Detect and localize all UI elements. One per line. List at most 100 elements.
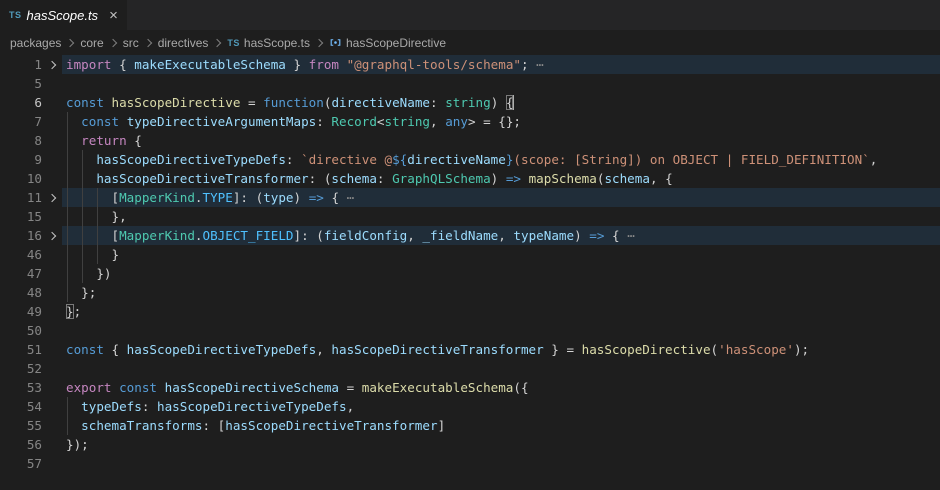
code-token: `directive @ bbox=[301, 152, 392, 167]
code-line-content[interactable]: [MapperKind.TYPE]: (type) => { ⋯ bbox=[62, 188, 940, 207]
code-text: }) bbox=[66, 266, 112, 281]
fold-gutter bbox=[42, 283, 62, 302]
fold-gutter bbox=[42, 207, 62, 226]
code-token: , { bbox=[650, 171, 673, 186]
code-token: ; bbox=[74, 304, 82, 319]
line-number: 7 bbox=[0, 112, 42, 131]
breadcrumb-item-directives[interactable]: directives bbox=[158, 36, 209, 50]
code-token: : bbox=[142, 399, 157, 414]
code-token: hasScopeDirectiveTypeDefs bbox=[157, 399, 347, 414]
code-token: = bbox=[240, 95, 263, 110]
code-token: : bbox=[377, 171, 392, 186]
breadcrumb-item-core[interactable]: core bbox=[80, 36, 103, 50]
code-line-54: 54 typeDefs: hasScopeDirectiveTypeDefs, bbox=[0, 397, 940, 416]
code-token: , bbox=[870, 152, 878, 167]
code-line-content[interactable]: return { bbox=[62, 131, 940, 150]
code-token: makeExecutableSchema bbox=[134, 57, 286, 72]
code-token: { bbox=[104, 342, 127, 357]
code-text: const typeDirectiveArgumentMaps: Record<… bbox=[66, 114, 521, 129]
line-number: 11 bbox=[0, 188, 42, 207]
fold-chevron-icon[interactable] bbox=[42, 226, 62, 245]
code-line-6: 6const hasScopeDirective = function(dire… bbox=[0, 93, 940, 112]
code-line-content[interactable]: [MapperKind.OBJECT_FIELD]: (fieldConfig,… bbox=[62, 226, 940, 245]
code-line-content[interactable]: }; bbox=[62, 302, 940, 321]
editor-lines: 1 import { makeExecutableSchema } from "@… bbox=[0, 55, 940, 473]
code-token: , bbox=[498, 228, 513, 243]
code-token: hasScopeDirective bbox=[582, 342, 711, 357]
code-line-content[interactable]: } bbox=[62, 245, 940, 264]
breadcrumb-item-hasscope-ts[interactable]: TShasScope.ts bbox=[227, 36, 310, 50]
line-number: 16 bbox=[0, 226, 42, 245]
line-number: 47 bbox=[0, 264, 42, 283]
code-line-content[interactable]: const hasScopeDirective = function(direc… bbox=[62, 93, 940, 112]
code-line-content[interactable]: const typeDirectiveArgumentMaps: Record<… bbox=[62, 112, 940, 131]
vscode-window: TS hasScope.ts × packages core src directiv… bbox=[0, 0, 940, 490]
code-token: ) bbox=[491, 171, 506, 186]
code-token: hasScopeDirectiveTypeDefs bbox=[127, 342, 317, 357]
code-token: }) bbox=[66, 266, 112, 281]
fold-gutter bbox=[42, 112, 62, 131]
code-token: }); bbox=[66, 437, 89, 452]
breadcrumb-item-packages[interactable]: packages bbox=[10, 36, 61, 50]
code-token: const bbox=[119, 380, 157, 395]
code-token: TYPE bbox=[203, 190, 233, 205]
code-token: directiveName bbox=[331, 95, 430, 110]
bracket-match: { bbox=[506, 95, 514, 110]
breadcrumb-item-src[interactable]: src bbox=[123, 36, 139, 50]
code-line-57: 57 bbox=[0, 454, 940, 473]
code-text: const hasScopeDirective = function(direc… bbox=[66, 95, 514, 110]
breadcrumb-item-hasscopedirective[interactable]: hasScopeDirective bbox=[329, 36, 446, 50]
code-line-content[interactable] bbox=[62, 74, 940, 93]
code-token: . bbox=[195, 228, 203, 243]
code-line-content[interactable] bbox=[62, 321, 940, 340]
code-line-content[interactable]: const { hasScopeDirectiveTypeDefs, hasSc… bbox=[62, 340, 940, 359]
tab-hasscope-ts[interactable]: TS hasScope.ts × bbox=[0, 0, 127, 30]
code-token: , bbox=[316, 342, 331, 357]
breadcrumb-label: hasScope.ts bbox=[244, 36, 310, 50]
tab-title: hasScope.ts bbox=[27, 8, 99, 23]
code-line-content[interactable]: hasScopeDirectiveTransformer: (schema: G… bbox=[62, 169, 940, 188]
code-token: makeExecutableSchema bbox=[362, 380, 514, 395]
code-token: any bbox=[445, 114, 468, 129]
code-line-content[interactable]: schemaTransforms: [hasScopeDirectiveTran… bbox=[62, 416, 940, 435]
code-token: => bbox=[309, 190, 324, 205]
fold-gutter bbox=[42, 397, 62, 416]
line-number: 9 bbox=[0, 150, 42, 169]
line-number: 1 bbox=[0, 55, 42, 74]
code-line-content[interactable] bbox=[62, 454, 940, 473]
code-line-content[interactable]: }); bbox=[62, 435, 940, 454]
code-line-content[interactable]: }; bbox=[62, 283, 940, 302]
code-line-content[interactable]: typeDefs: hasScopeDirectiveTypeDefs, bbox=[62, 397, 940, 416]
code-line-content[interactable]: import { makeExecutableSchema } from "@g… bbox=[62, 55, 940, 74]
code-token: }, bbox=[66, 209, 127, 224]
code-token bbox=[66, 171, 96, 186]
fold-chevron-icon[interactable] bbox=[42, 188, 62, 207]
code-token bbox=[119, 114, 127, 129]
code-token: } bbox=[286, 57, 309, 72]
code-line-47: 47 }) bbox=[0, 264, 940, 283]
bracket-match: } bbox=[66, 304, 74, 319]
close-tab-icon[interactable]: × bbox=[109, 8, 118, 23]
code-line-content[interactable]: }) bbox=[62, 264, 940, 283]
code-line-content[interactable]: export const hasScopeDirectiveSchema = m… bbox=[62, 378, 940, 397]
code-line-51: 51const { hasScopeDirectiveTypeDefs, has… bbox=[0, 340, 940, 359]
code-line-56: 56}); bbox=[0, 435, 940, 454]
code-token: hasScopeDirectiveSchema bbox=[165, 380, 339, 395]
code-token: GraphQLSchema bbox=[392, 171, 491, 186]
fold-gutter bbox=[42, 435, 62, 454]
code-token: : bbox=[316, 114, 331, 129]
code-token: import bbox=[66, 57, 112, 72]
code-line-content[interactable] bbox=[62, 359, 940, 378]
code-token: hasScopeDirectiveTransformer bbox=[96, 171, 308, 186]
line-number: 57 bbox=[0, 454, 42, 473]
code-token: { bbox=[604, 228, 627, 243]
code-token: ⋯ bbox=[536, 57, 544, 72]
breadcrumb-label: src bbox=[123, 36, 139, 50]
fold-chevron-icon[interactable] bbox=[42, 55, 62, 74]
code-token: typeName bbox=[513, 228, 574, 243]
code-line-11: 11 [MapperKind.TYPE]: (type) => { ⋯ bbox=[0, 188, 940, 207]
code-line-content[interactable]: hasScopeDirectiveTypeDefs: `directive @$… bbox=[62, 150, 940, 169]
fold-gutter bbox=[42, 93, 62, 112]
code-token: ⋯ bbox=[627, 228, 635, 243]
code-line-content[interactable]: }, bbox=[62, 207, 940, 226]
